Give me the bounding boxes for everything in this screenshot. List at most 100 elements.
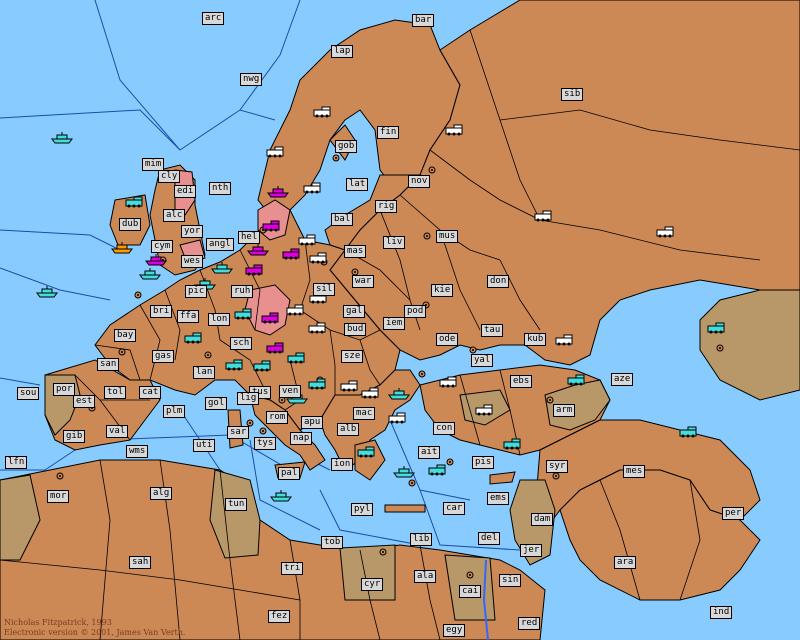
province-label-yor[interactable]: yor (181, 225, 204, 238)
province-label-mac[interactable]: mac (353, 407, 376, 420)
province-label-pis[interactable]: pis (472, 456, 495, 469)
province-label-sch[interactable]: sch (230, 337, 253, 350)
province-label-ebs[interactable]: ebs (510, 375, 533, 388)
province-label-sar[interactable]: sar (227, 426, 250, 439)
province-label-ven[interactable]: ven (279, 385, 302, 398)
province-label-est[interactable]: est (73, 395, 96, 408)
province-label-nap[interactable]: nap (290, 432, 313, 445)
province-label-fin[interactable]: fin (377, 126, 400, 139)
province-label-rom[interactable]: rom (266, 411, 289, 424)
province-label-nwg[interactable]: nwg (240, 73, 263, 86)
province-label-por[interactable]: por (53, 383, 76, 396)
province-label-plm[interactable]: plm (163, 405, 186, 418)
province-label-mas[interactable]: mas (344, 245, 367, 258)
province-label-alb[interactable]: alb (337, 423, 360, 436)
province-label-kie[interactable]: kie (431, 284, 454, 297)
province-label-cly[interactable]: cly (158, 170, 181, 183)
province-label-lib[interactable]: lib (410, 533, 433, 546)
province-label-ait[interactable]: ait (418, 446, 441, 459)
province-label-sah[interactable]: sah (129, 556, 152, 569)
province-label-alc[interactable]: alc (163, 209, 186, 222)
province-label-bud[interactable]: bud (344, 323, 367, 336)
province-label-egy[interactable]: egy (443, 624, 466, 637)
province-label-sib[interactable]: sib (561, 88, 584, 101)
province-label-edi[interactable]: edi (174, 185, 197, 198)
province-label-per[interactable]: per (722, 507, 745, 520)
province-label-mus[interactable]: mus (436, 230, 459, 243)
province-label-ems[interactable]: ems (487, 492, 510, 505)
province-label-tol[interactable]: tol (104, 386, 127, 399)
province-label-lap[interactable]: lap (331, 45, 354, 58)
province-label-tun[interactable]: tun (225, 498, 248, 511)
province-label-hel[interactable]: hel (238, 231, 261, 244)
province-label-iem[interactable]: iem (383, 317, 406, 330)
province-label-liv[interactable]: liv (383, 236, 406, 249)
province-label-ruh[interactable]: ruh (231, 285, 254, 298)
province-label-sil[interactable]: sil (313, 283, 336, 296)
province-label-gas[interactable]: gas (152, 350, 175, 363)
province-label-syr[interactable]: syr (546, 460, 569, 473)
province-label-gib[interactable]: gib (63, 430, 86, 443)
province-label-pyl[interactable]: pyl (351, 503, 374, 516)
province-label-bay[interactable]: bay (114, 329, 137, 342)
province-label-cyr[interactable]: cyr (361, 578, 384, 591)
province-label-pal[interactable]: pal (278, 467, 301, 480)
province-label-sou[interactable]: sou (17, 387, 40, 400)
province-label-angl[interactable]: angl (206, 238, 234, 251)
province-label-bal[interactable]: bal (331, 213, 354, 226)
province-label-wes[interactable]: wes (181, 255, 204, 268)
province-label-mor[interactable]: mor (47, 490, 70, 503)
province-label-kub[interactable]: kub (524, 333, 547, 346)
province-label-pod[interactable]: pod (404, 305, 427, 318)
province-label-bri[interactable]: bri (150, 305, 173, 318)
province-label-war[interactable]: war (352, 275, 375, 288)
province-label-gal[interactable]: gal (343, 305, 366, 318)
province-label-lfn[interactable]: lfn (5, 456, 28, 469)
province-label-pic[interactable]: pic (185, 285, 208, 298)
province-label-cai[interactable]: cai (459, 585, 482, 598)
province-label-val[interactable]: val (106, 425, 129, 438)
province-label-fez[interactable]: fez (268, 610, 291, 623)
province-label-jer[interactable]: jer (520, 544, 543, 557)
province-label-gol[interactable]: gol (205, 397, 228, 410)
province-label-wms[interactable]: wms (126, 445, 149, 458)
province-label-lig[interactable]: lig (237, 392, 260, 405)
province-label-ffa[interactable]: ffa (177, 310, 200, 323)
province-label-red[interactable]: red (518, 617, 541, 630)
province-label-gob[interactable]: gob (335, 140, 358, 153)
province-label-lan[interactable]: lan (193, 366, 216, 379)
province-label-tri[interactable]: tri (281, 562, 304, 575)
province-label-san[interactable]: san (97, 358, 120, 371)
province-label-con[interactable]: con (433, 422, 456, 435)
province-label-car[interactable]: car (443, 502, 466, 515)
province-label-dub[interactable]: dub (119, 218, 142, 231)
province-label-arc[interactable]: arc (202, 12, 225, 25)
province-label-nov[interactable]: nov (408, 175, 431, 188)
province-label-rig[interactable]: rig (375, 200, 398, 213)
province-label-aze[interactable]: aze (611, 373, 634, 386)
province-label-tau[interactable]: tau (481, 324, 504, 337)
province-label-cat[interactable]: cat (139, 386, 162, 399)
province-label-nth[interactable]: nth (209, 182, 232, 195)
province-label-ion[interactable]: ion (331, 458, 354, 471)
province-label-ind[interactable]: ind (710, 606, 733, 619)
province-label-tys[interactable]: tys (254, 437, 277, 450)
province-label-mes[interactable]: mes (623, 465, 646, 478)
province-label-yal[interactable]: yal (471, 354, 494, 367)
province-label-uti[interactable]: uti (193, 439, 216, 452)
province-label-arm[interactable]: arm (553, 404, 576, 417)
province-label-apu[interactable]: apu (301, 416, 324, 429)
province-label-dam[interactable]: dam (531, 513, 554, 526)
province-label-ala[interactable]: ala (414, 570, 437, 583)
province-label-sin[interactable]: sin (499, 574, 522, 587)
province-label-bar[interactable]: bar (412, 14, 435, 27)
province-label-lon[interactable]: lon (208, 313, 231, 326)
province-label-cym[interactable]: cym (151, 240, 174, 253)
province-label-don[interactable]: don (487, 275, 510, 288)
province-label-alg[interactable]: alg (150, 487, 173, 500)
province-label-ara[interactable]: ara (614, 556, 637, 569)
province-label-tob[interactable]: tob (321, 536, 344, 549)
province-label-lat[interactable]: lat (346, 178, 369, 191)
province-label-ode[interactable]: ode (436, 333, 459, 346)
province-label-sze[interactable]: sze (341, 350, 364, 363)
